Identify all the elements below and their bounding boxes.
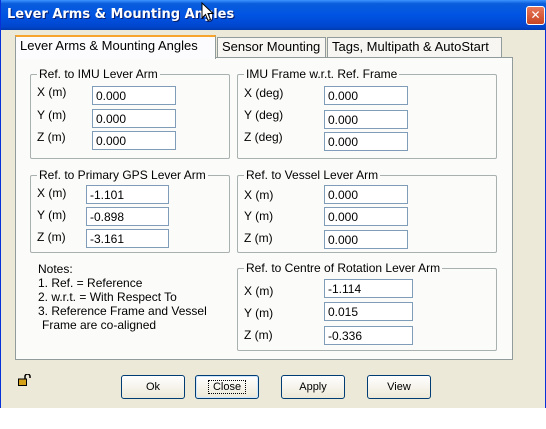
imu-x-field[interactable]: 0.000	[92, 86, 176, 105]
view-button[interactable]: View	[367, 375, 431, 399]
rotation-x-field[interactable]: -1.114	[324, 279, 413, 298]
gps-y-field[interactable]: -0.898	[86, 207, 169, 226]
gps-z-field[interactable]: -3.161	[86, 229, 169, 248]
notes-heading: Notes:	[38, 262, 73, 276]
dialog-window: Lever Arms & Mounting Angles ✕ Lever Arm…	[0, 0, 546, 408]
note-line-3: 3. Reference Frame and Vessel	[38, 304, 207, 318]
z-label: Z (m)	[37, 130, 66, 144]
imu-frame-z-field[interactable]: 0.000	[324, 132, 408, 151]
x-label: X (m)	[244, 188, 274, 202]
group-title: Ref. to Primary GPS Lever Arm	[37, 168, 208, 182]
imu-frame-group: IMU Frame w.r.t. Ref. Frame X (deg) 0.00…	[237, 67, 497, 159]
title-bar[interactable]: Lever Arms & Mounting Angles ✕	[1, 0, 546, 30]
rotation-y-field[interactable]: 0.015	[324, 302, 413, 321]
y-label: Y (m)	[244, 209, 274, 223]
vessel-y-field[interactable]: 0.000	[324, 207, 408, 226]
vessel-lever-arm-group: Ref. to Vessel Lever Arm X (m) 0.000 Y (…	[237, 168, 497, 253]
imu-lever-arm-group: Ref. to IMU Lever Arm X (m) 0.000 Y (m) …	[30, 67, 230, 159]
apply-button[interactable]: Apply	[281, 375, 345, 399]
z-label: Z (deg)	[244, 130, 283, 144]
y-label: Y (m)	[244, 306, 274, 320]
y-label: Y (deg)	[244, 108, 284, 122]
group-title: Ref. to IMU Lever Arm	[37, 67, 160, 81]
group-title: Ref. to Vessel Lever Arm	[244, 168, 381, 182]
x-label: X (m)	[37, 186, 67, 200]
group-title: IMU Frame w.r.t. Ref. Frame	[244, 67, 400, 81]
rotation-z-field[interactable]: -0.336	[324, 326, 413, 345]
vessel-z-field[interactable]: 0.000	[324, 230, 408, 249]
ok-button[interactable]: Ok	[121, 375, 185, 399]
vessel-x-field[interactable]: 0.000	[324, 185, 408, 204]
tab-lever-arms[interactable]: Lever Arms & Mounting Angles	[15, 35, 216, 59]
x-label: X (deg)	[244, 86, 284, 100]
note-line-1: 1. Ref. = Reference	[38, 276, 143, 290]
imu-frame-y-field[interactable]: 0.000	[324, 110, 408, 129]
z-label: Z (m)	[37, 230, 66, 244]
note-line-4: Frame are co-aligned	[42, 318, 157, 332]
close-button[interactable]: Close	[195, 375, 259, 399]
group-title: Ref. to Centre of Rotation Lever Arm	[244, 261, 443, 275]
z-label: Z (m)	[244, 231, 273, 245]
x-label: X (m)	[244, 284, 274, 298]
close-window-button[interactable]: ✕	[526, 6, 545, 25]
y-label: Y (m)	[37, 208, 67, 222]
gps-lever-arm-group: Ref. to Primary GPS Lever Arm X (m) -1.1…	[30, 168, 230, 253]
tab-tags-multipath[interactable]: Tags, Multipath & AutoStart	[327, 37, 502, 57]
tab-sensor-mounting[interactable]: Sensor Mounting	[217, 37, 326, 57]
unlocked-padlock-icon	[18, 373, 32, 389]
mouse-pointer-icon	[201, 1, 215, 25]
imu-z-field[interactable]: 0.000	[92, 131, 176, 150]
z-label: Z (m)	[244, 328, 273, 342]
x-label: X (m)	[37, 85, 67, 99]
rotation-lever-arm-group: Ref. to Centre of Rotation Lever Arm X (…	[237, 261, 497, 351]
gps-x-field[interactable]: -1.101	[86, 185, 169, 204]
tab-panel: Ref. to IMU Lever Arm X (m) 0.000 Y (m) …	[15, 57, 513, 360]
imu-frame-x-field[interactable]: 0.000	[324, 86, 408, 105]
notes: Notes: 1. Ref. = Reference 2. w.r.t. = W…	[38, 262, 207, 332]
y-label: Y (m)	[37, 108, 67, 122]
note-line-2: 2. w.r.t. = With Respect To	[38, 290, 177, 304]
imu-y-field[interactable]: 0.000	[92, 109, 176, 128]
